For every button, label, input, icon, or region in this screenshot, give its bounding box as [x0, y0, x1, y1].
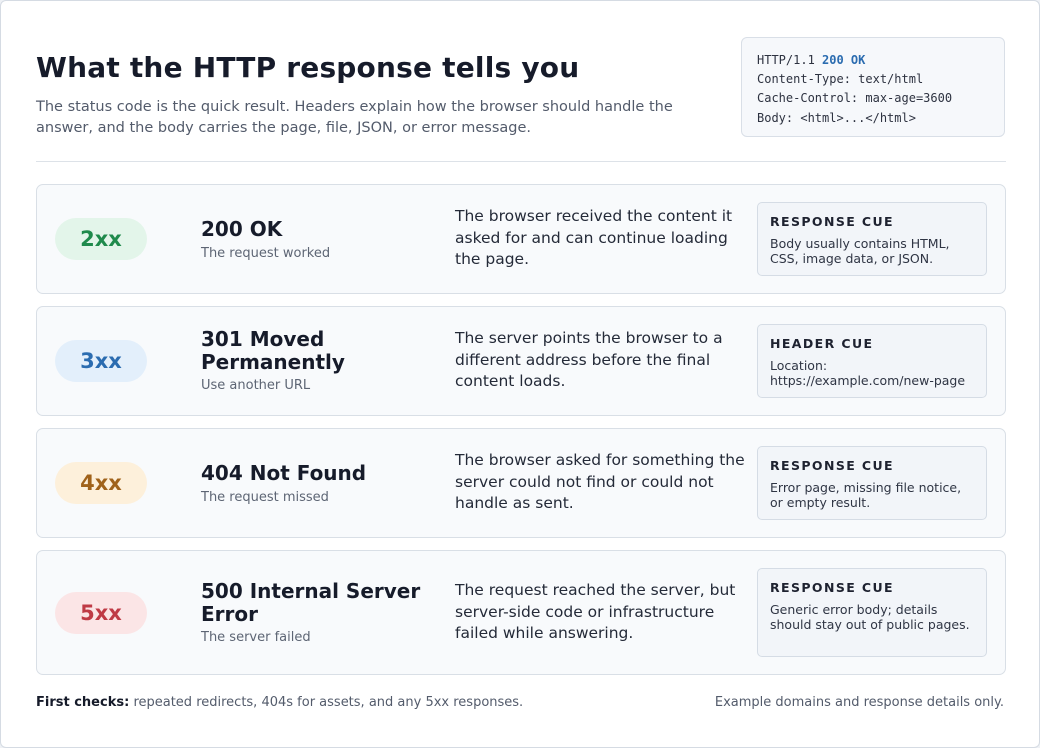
http-response-card: What the HTTP response tells you The sta…	[0, 0, 1040, 748]
response-cue-box: RESPONSE CUE Generic error body; details…	[757, 568, 987, 657]
status-badge-5xx: 5xx	[55, 591, 147, 634]
cache-control-header: Cache-Control: max-age=3600	[757, 91, 953, 106]
header-divider	[36, 161, 1006, 162]
cue-label: RESPONSE CUE	[770, 580, 894, 595]
status-title: 404 Not Found	[201, 461, 367, 485]
status-row-4xx: 4xx 404 Not Found The request missed The…	[36, 428, 1006, 538]
header-cue-box: HEADER CUE Location: https://example.com…	[757, 324, 987, 398]
page-subtitle: The status code is the quick result. Hea…	[36, 99, 673, 136]
page-title: What the HTTP response tells you	[36, 51, 580, 84]
status-badge-3xx: 3xx	[55, 340, 147, 382]
content-type-header: Content-Type: text/html	[757, 72, 924, 87]
status-subtitle: The request worked	[201, 246, 331, 261]
status-title: 200 OK	[201, 217, 283, 241]
status-ok: 200 OK	[822, 53, 866, 67]
status-description: The browser asked for something the serv…	[455, 451, 745, 512]
status-description: The server points the browser to a diffe…	[455, 329, 723, 390]
disclaimer-note: Example domains and response details onl…	[714, 695, 1004, 710]
status-description: The request reached the server, but serv…	[455, 581, 736, 642]
cue-text: Generic error body; details should stay …	[770, 602, 970, 632]
cue-label: RESPONSE CUE	[770, 458, 894, 473]
response-cue-box: RESPONSE CUE Error page, missing file no…	[757, 446, 987, 520]
status-row-3xx: 3xx 301 Moved Permanently Use another UR…	[36, 306, 1006, 416]
status-row-5xx: 5xx 500 Internal Server Error The server…	[36, 550, 1006, 675]
response-cue-box: RESPONSE CUE Body usually contains HTML,…	[757, 202, 987, 276]
status-badge-2xx: 2xx	[55, 218, 147, 260]
cue-label: HEADER CUE	[770, 336, 874, 351]
status-title: 301 Moved Permanently	[201, 327, 345, 374]
status-description: The browser received the content it aske…	[455, 207, 733, 268]
cue-text: Location: https://example.com/new-page	[770, 358, 966, 388]
status-subtitle: The server failed	[201, 630, 311, 645]
protocol-version: HTTP/1.1	[757, 53, 815, 67]
status-line: HTTP/1.1 200 OK	[757, 51, 989, 70]
status-row-2xx: 2xx 200 OK The request worked The browse…	[36, 184, 1006, 294]
status-subtitle: The request missed	[201, 490, 329, 505]
cue-text: Error page, missing file notice, or empt…	[770, 480, 962, 510]
http-response-sample: HTTP/1.1 200 OK Content-Type: text/html …	[741, 37, 1005, 137]
status-badge-4xx: 4xx	[55, 462, 147, 504]
cue-label: RESPONSE CUE	[770, 214, 894, 229]
body-line: Body: <html>...</html>	[757, 110, 916, 125]
status-subtitle: Use another URL	[201, 378, 311, 393]
first-checks-text: repeated redirects, 404s for assets, and…	[133, 695, 524, 710]
status-title: 500 Internal Server Error	[201, 579, 421, 626]
first-checks-label: First checks:	[36, 695, 130, 710]
first-checks-note: First checks: repeated redirects, 404s f…	[36, 695, 523, 710]
cue-text: Body usually contains HTML, CSS, image d…	[770, 236, 950, 266]
